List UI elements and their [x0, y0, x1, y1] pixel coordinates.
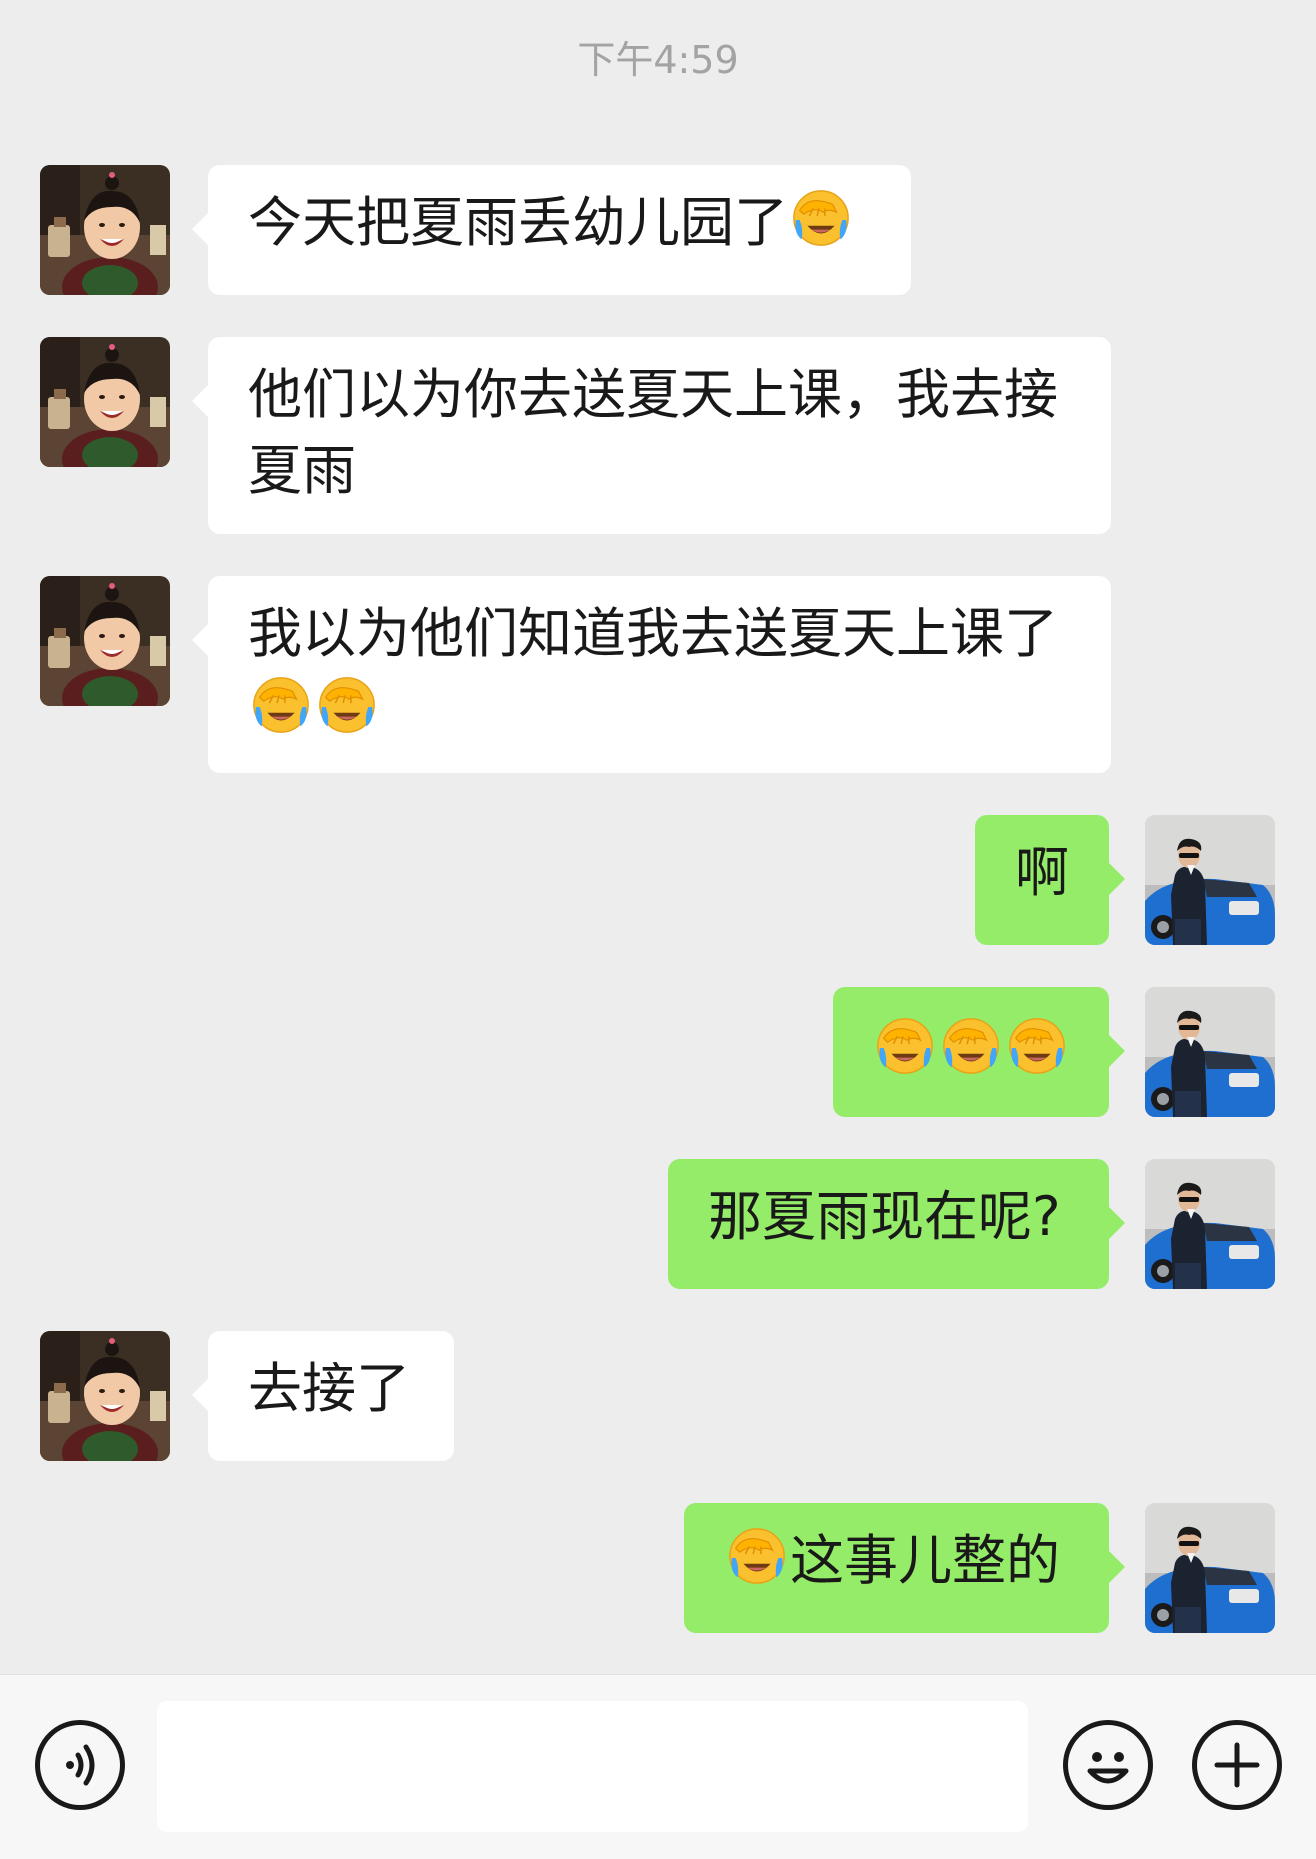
- message-bubble-incoming[interactable]: 去接了: [192, 1331, 454, 1461]
- message-text: 他们以为你去送夏天上课，我去接: [248, 363, 1058, 426]
- message-input[interactable]: [157, 1701, 1028, 1832]
- my-avatar[interactable]: [1145, 1503, 1275, 1633]
- facepalm-laugh-emoji-icon: [940, 1015, 1002, 1077]
- message-bubble-outgoing[interactable]: [833, 987, 1125, 1117]
- message-text: 我以为他们知道我去送夏天上课了: [248, 602, 1058, 665]
- contact-avatar-image: [40, 165, 170, 295]
- my-avatar-image: [1145, 1503, 1275, 1633]
- message-bubble-outgoing[interactable]: 这事儿整的: [684, 1503, 1125, 1633]
- voice-button[interactable]: [35, 1720, 125, 1810]
- facepalm-laugh-emoji-icon: [726, 1525, 788, 1587]
- plus-icon: [1214, 1742, 1260, 1788]
- facepalm-laugh-emoji-icon: [874, 1015, 936, 1077]
- my-avatar[interactable]: [1145, 1159, 1275, 1289]
- message-text: 这事儿整的: [790, 1529, 1060, 1592]
- smiley-icon: [1087, 1752, 1129, 1784]
- emoji-button[interactable]: [1063, 1720, 1153, 1810]
- more-button[interactable]: [1192, 1720, 1282, 1810]
- my-avatar-image: [1145, 1159, 1275, 1289]
- my-avatar-image: [1145, 815, 1275, 945]
- facepalm-laugh-emoji-icon: [790, 187, 852, 249]
- message-text: 啊: [1015, 841, 1069, 904]
- message-bubble-outgoing[interactable]: 啊: [975, 815, 1125, 945]
- facepalm-laugh-emoji-icon: [250, 674, 312, 736]
- contact-avatar[interactable]: [40, 1331, 170, 1461]
- contact-avatar[interactable]: [40, 576, 170, 706]
- message-bubble-incoming[interactable]: 今天把夏雨丢幼儿园了: [192, 165, 911, 295]
- message-text: 去接了: [248, 1357, 410, 1420]
- contact-avatar[interactable]: [40, 165, 170, 295]
- facepalm-laugh-emoji-icon: [316, 674, 378, 736]
- message-bubble-incoming[interactable]: 他们以为你去送夏天上课，我去接 夏雨: [192, 337, 1111, 534]
- my-avatar[interactable]: [1145, 815, 1275, 945]
- contact-avatar-image: [40, 1331, 170, 1461]
- my-avatar[interactable]: [1145, 987, 1275, 1117]
- message-text: 今天把夏雨丢幼儿园了: [248, 191, 788, 254]
- input-bar: [0, 1674, 1316, 1859]
- message-timestamp: 下午4:59: [577, 38, 739, 82]
- chat-area: 下午4:59 今天把夏雨丢幼儿园了 他们以为你去送夏天上课，我去接 夏雨 我以为…: [0, 0, 1316, 1674]
- contact-avatar-image: [40, 576, 170, 706]
- message-text: 那夏雨现在呢?: [708, 1185, 1061, 1248]
- facepalm-laugh-emoji-icon: [1006, 1015, 1068, 1077]
- message-bubble-outgoing[interactable]: 那夏雨现在呢?: [668, 1159, 1125, 1289]
- voice-icon: [66, 1744, 95, 1786]
- message-bubble-incoming[interactable]: 我以为他们知道我去送夏天上课了: [192, 576, 1111, 773]
- contact-avatar-image: [40, 337, 170, 467]
- message-text: 夏雨: [248, 439, 356, 502]
- contact-avatar[interactable]: [40, 337, 170, 467]
- my-avatar-image: [1145, 987, 1275, 1117]
